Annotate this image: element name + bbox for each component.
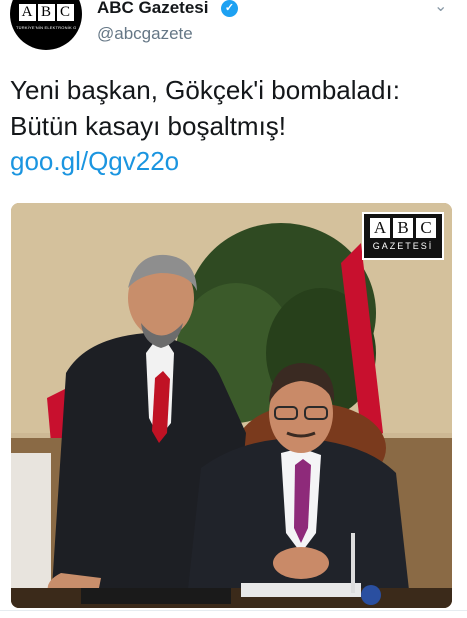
tweet-text: Yeni başkan, Gökçek'i bombaladı: Bütün k…	[10, 75, 400, 141]
divider	[0, 610, 467, 611]
tweet-link[interactable]: goo.gl/Qgv22o	[10, 146, 179, 177]
photo-illustration	[11, 203, 452, 608]
verified-badge-icon: ✓	[221, 0, 238, 17]
tweet-header: A B C TÜRKİYE'NİN ELEKTRONİK GAZETESİ AB…	[0, 0, 467, 60]
logo-letter: C	[416, 218, 436, 238]
avatar-subtext: TÜRKİYE'NİN ELEKTRONİK GAZETESİ	[16, 25, 76, 30]
logo-letter: A	[370, 218, 390, 238]
tweet-photo[interactable]: A B C GAZETESİ	[11, 203, 452, 608]
avatar[interactable]: A B C TÜRKİYE'NİN ELEKTRONİK GAZETESİ	[10, 0, 82, 50]
logo-subtext: GAZETESİ	[372, 241, 434, 251]
avatar-letter: C	[56, 4, 74, 21]
avatar-logo: A B C	[10, 4, 82, 21]
avatar-letter: A	[18, 4, 36, 21]
avatar-letter: B	[37, 4, 55, 21]
logo-letter: B	[393, 218, 413, 238]
display-name[interactable]: ABC Gazetesi	[97, 0, 208, 18]
chevron-down-icon[interactable]: ⌄	[434, 0, 447, 16]
user-handle[interactable]: @abcgazete	[97, 24, 193, 44]
abc-gazetesi-logo: A B C GAZETESİ	[362, 212, 444, 260]
